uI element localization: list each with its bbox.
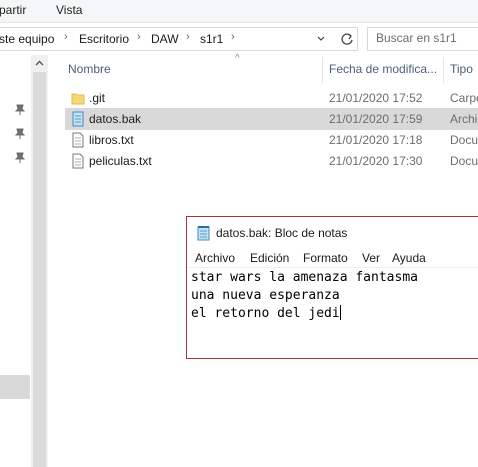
file-type: Carpe xyxy=(450,91,478,105)
nav-scrollbar-thumb[interactable] xyxy=(33,72,46,467)
file-date: 21/01/2020 17:30 xyxy=(329,154,423,168)
text-caret xyxy=(339,305,341,320)
file-name: datos.bak xyxy=(89,112,142,126)
search-box[interactable] xyxy=(367,27,478,51)
folder-icon xyxy=(71,93,85,105)
column-header-row: ^ Nombre Fecha de modifica... Tipo xyxy=(48,53,478,85)
notepad-menu-bar: Archivo Edición Formato Ver Ayuda xyxy=(187,247,478,268)
column-divider[interactable] xyxy=(443,57,444,83)
notepad-title: datos.bak: Bloc de notas xyxy=(216,226,348,240)
column-header-name[interactable]: Nombre xyxy=(68,62,111,76)
navigation-pane xyxy=(0,55,48,467)
address-dropdown-button[interactable] xyxy=(312,28,330,50)
address-bar[interactable]: ste equipo › Escritorio › DAW › s1r1 › xyxy=(0,27,338,51)
file-type: Archi xyxy=(450,112,478,126)
breadcrumb-separator-icon[interactable]: › xyxy=(186,31,190,43)
file-row-peliculas-txt[interactable]: peliculas.txt 21/01/2020 17:30 Docu xyxy=(65,150,478,172)
sort-ascending-icon: ^ xyxy=(235,53,240,64)
notepad-text-area[interactable]: star wars la amenaza fantasma una nueva … xyxy=(191,269,478,358)
text-line-last: el retorno del jedi xyxy=(191,305,478,323)
breadcrumb-separator-icon[interactable]: › xyxy=(137,31,141,43)
breadcrumb-s1r1[interactable]: s1r1 xyxy=(200,32,223,46)
notepad-file-icon xyxy=(72,111,84,127)
column-header-date[interactable]: Fecha de modifica... xyxy=(329,62,437,76)
file-row-datos-bak[interactable]: datos.bak 21/01/2020 17:59 Archi xyxy=(65,108,478,130)
pin-icon[interactable] xyxy=(14,127,26,139)
address-row: ste equipo › Escritorio › DAW › s1r1 › xyxy=(0,23,478,55)
file-row-libros-txt[interactable]: libros.txt 21/01/2020 17:18 Docu xyxy=(65,129,478,151)
pin-icon[interactable] xyxy=(14,151,26,163)
refresh-icon xyxy=(341,33,353,45)
chevron-up-icon xyxy=(35,60,44,66)
text-line-content: el retorno del jedi xyxy=(191,306,340,321)
text-file-icon xyxy=(72,153,84,169)
notepad-window[interactable]: datos.bak: Bloc de notas Archivo Edición… xyxy=(186,216,478,359)
menu-edicion[interactable]: Edición xyxy=(250,251,289,265)
breadcrumb-separator-icon[interactable]: › xyxy=(231,31,235,43)
search-input[interactable] xyxy=(376,31,476,45)
column-divider[interactable] xyxy=(322,57,323,83)
file-date: 21/01/2020 17:52 xyxy=(329,91,423,105)
file-name: .git xyxy=(89,91,106,105)
menu-ayuda[interactable]: Ayuda xyxy=(392,251,426,265)
breadcrumb-daw[interactable]: DAW xyxy=(151,32,179,46)
chevron-down-icon xyxy=(317,36,325,41)
text-line: una nueva esperanza xyxy=(191,288,340,303)
file-name: peliculas.txt xyxy=(89,154,152,168)
file-type: Docu xyxy=(450,154,478,168)
text-file-icon xyxy=(72,132,84,148)
breadcrumb-este-equipo[interactable]: ste equipo xyxy=(0,32,54,46)
breadcrumb-separator-icon[interactable]: › xyxy=(64,31,68,43)
file-date: 21/01/2020 17:18 xyxy=(329,133,423,147)
scroll-up-button[interactable] xyxy=(31,55,48,72)
file-row-git[interactable]: .git 21/01/2020 17:52 Carpe xyxy=(65,87,478,109)
breadcrumb-escritorio[interactable]: Escritorio xyxy=(79,32,129,46)
notepad-icon xyxy=(197,226,210,241)
file-date: 21/01/2020 17:59 xyxy=(329,112,423,126)
ribbon-tab-vista[interactable]: Vista xyxy=(56,3,82,17)
menu-formato[interactable]: Formato xyxy=(303,251,348,265)
menu-archivo[interactable]: Archivo xyxy=(195,251,235,265)
file-name: libros.txt xyxy=(89,133,134,147)
file-type: Docu xyxy=(450,133,478,147)
ribbon-tab-compartir[interactable]: partir xyxy=(0,3,26,17)
pin-icon[interactable] xyxy=(14,103,26,115)
column-header-type[interactable]: Tipo xyxy=(450,62,473,76)
notepad-title-bar[interactable]: datos.bak: Bloc de notas xyxy=(187,217,478,247)
ribbon-tabs: partir Vista xyxy=(0,0,478,23)
refresh-button[interactable] xyxy=(337,27,358,51)
text-line: star wars la amenaza fantasma xyxy=(191,270,418,285)
menu-ver[interactable]: Ver xyxy=(362,251,380,265)
nav-selected-item[interactable] xyxy=(0,375,30,399)
